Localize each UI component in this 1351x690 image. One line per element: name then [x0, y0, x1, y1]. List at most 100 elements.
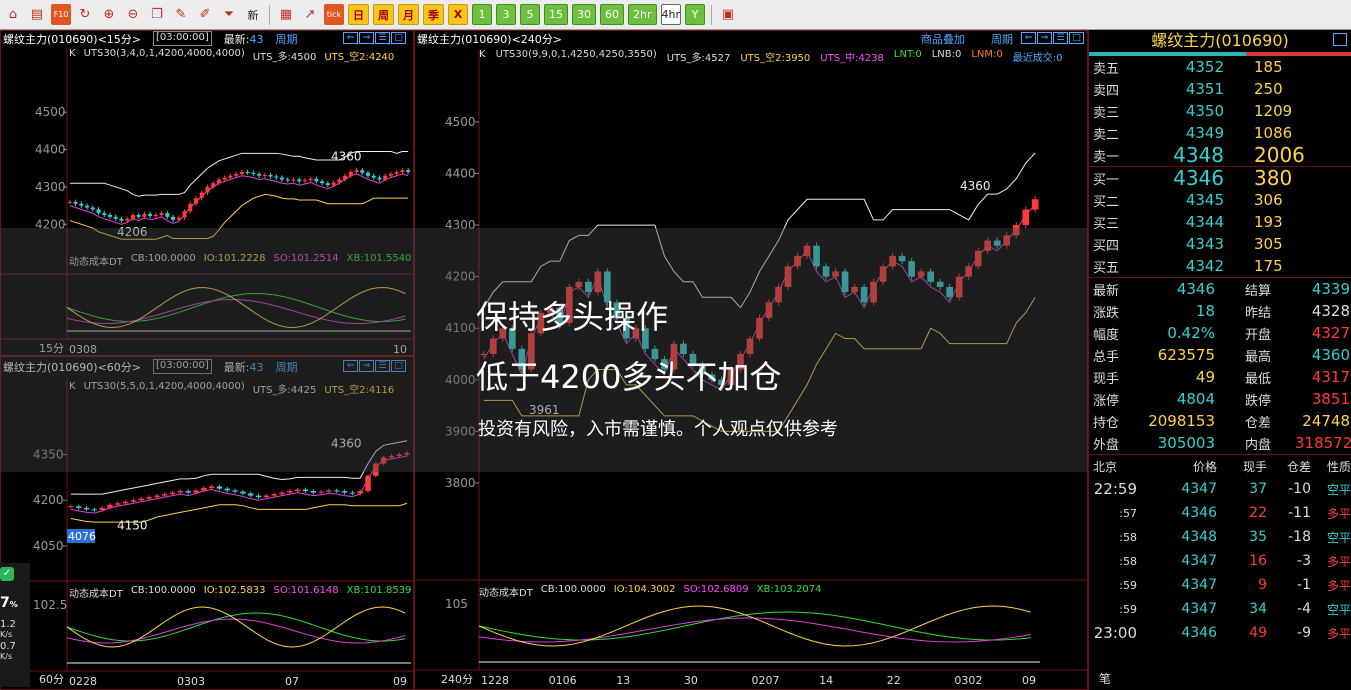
candle-body	[285, 179, 290, 181]
calc-icon[interactable]: ▣	[718, 4, 738, 25]
candle-body	[115, 503, 121, 505]
pen-icon[interactable]: ✎	[171, 4, 191, 25]
period-1[interactable]: 1	[472, 4, 492, 25]
bid-book: 买一 4346 380 买二 4345 306 买三 4344 193 买四 4343 305 买五 43…	[1089, 166, 1351, 277]
filter-icon[interactable]: ⏷	[219, 4, 239, 25]
chart-panel-60m[interactable]: 螺纹主力(010690)<60分> [03:00:00] 最新:43 周期 ⇐ ⇒…	[0, 356, 415, 690]
candle-body	[851, 286, 858, 293]
upload-rate: 1.2 K/s	[0, 619, 16, 639]
stat-row: 涨跌 18 昨结 4328	[1093, 302, 1350, 321]
f10-icon[interactable]: F10	[51, 4, 71, 25]
candle-body	[860, 286, 868, 303]
candle-body	[889, 256, 896, 267]
tick-button[interactable]: tick	[324, 4, 344, 25]
period-2hr[interactable]: 2hr	[628, 4, 657, 25]
candle-body	[1022, 209, 1030, 226]
candle-body	[130, 214, 135, 219]
candle-body	[216, 179, 221, 184]
chart-panel-15m[interactable]: 螺纹主力(010690)<15分> [03:00:00] 最新:43 周期 ⇐ ⇒…	[0, 30, 415, 357]
period-30[interactable]: 30	[572, 4, 596, 25]
book-row: 买二 4345 306	[1093, 191, 1283, 210]
low-label: 4206	[117, 225, 148, 239]
zoom-out-icon[interactable]: ⊖	[123, 4, 143, 25]
candle-body	[240, 491, 246, 494]
book-row: 卖一 4348 2006	[1093, 143, 1305, 167]
network-widget[interactable]: ✓ 7% 1.2 K/s 0.7 K/s	[0, 563, 30, 687]
refresh-icon[interactable]: ↻	[75, 4, 95, 25]
new-button[interactable]: 新	[243, 4, 263, 25]
home-icon[interactable]: ⌂	[3, 4, 23, 25]
maximize-icon[interactable]	[1333, 33, 1347, 46]
period-y[interactable]: Y	[685, 4, 705, 25]
candle-body	[136, 214, 141, 217]
y-tick-label: 4200	[33, 493, 64, 507]
grid-icon[interactable]: ▦	[276, 4, 296, 25]
book-row: 买一 4346 380	[1093, 166, 1293, 190]
candle-body	[404, 452, 410, 455]
candle-body	[813, 245, 820, 267]
candle-body	[383, 175, 388, 180]
candlestick-chart-60m[interactable]: 4350 4200 4050 4360 4150 102.5 0228 0303 07 09 407…	[1, 357, 415, 690]
x-tick-label: 09	[1022, 674, 1036, 687]
db-icon[interactable]: ▤	[27, 4, 47, 25]
candle-body	[182, 211, 187, 218]
x-tick-label: 10	[393, 343, 407, 356]
high-label: 4360	[960, 179, 991, 193]
x-tick-label: 13	[616, 674, 630, 687]
candle-body	[360, 170, 365, 173]
candle-body	[274, 176, 279, 178]
chart-icon[interactable]: ↗	[300, 4, 320, 25]
candle-body	[325, 183, 330, 186]
candle-body	[205, 186, 210, 193]
period-month[interactable]: 月	[398, 4, 419, 25]
candle-body	[337, 179, 342, 183]
candlestick-chart-15m[interactable]: 4500 4400 4300 4200 4360 4206 0308 10	[1, 31, 415, 357]
x-tick-label: 14	[819, 674, 833, 687]
candle-body	[318, 491, 324, 493]
x-tick-label: 0106	[549, 674, 577, 687]
candle-body	[371, 175, 376, 178]
draw-icon[interactable]: ✐	[195, 4, 215, 25]
sub-line-so	[66, 299, 406, 324]
y-tick-label: 4350	[33, 447, 64, 461]
x-tick-label: 0308	[69, 343, 97, 356]
cursor-value-label: 4076	[68, 530, 96, 543]
period-3[interactable]: 3	[496, 4, 516, 25]
zoom-in-icon[interactable]: ⊕	[99, 4, 119, 25]
period-4hr[interactable]: 4hr	[660, 4, 681, 25]
sub-line-so	[478, 617, 1031, 643]
middle-line	[69, 173, 409, 225]
candle-body	[185, 491, 191, 493]
period-season[interactable]: 季	[423, 4, 444, 25]
candle-body	[99, 507, 105, 510]
cpu-pct: 7%	[0, 595, 18, 611]
period-5[interactable]: 5	[520, 4, 540, 25]
sub-line-xb	[66, 612, 406, 642]
candle-body	[1003, 235, 1011, 246]
candle-body	[165, 213, 170, 217]
candle-body	[1012, 225, 1020, 236]
candle-body	[308, 178, 313, 181]
sub-indicator-line: 动态成本DT CB:100.0000 IO:101.2228 SO:101.2514 X…	[69, 253, 412, 268]
overlay-line-2: 低于4200多头不加仓	[476, 358, 782, 396]
book-row: 买四 4343 305	[1093, 235, 1283, 254]
period-x[interactable]: X	[448, 4, 468, 25]
candle-body	[302, 180, 307, 182]
period-day[interactable]: 日	[348, 4, 369, 25]
candle-body	[365, 172, 371, 176]
period-15[interactable]: 15	[544, 4, 568, 25]
book-row: 卖二 4349 1086	[1093, 124, 1293, 143]
candle-body	[993, 240, 1001, 246]
x-tick-label: 22	[887, 674, 901, 687]
trades-list: 22:59 4347 37 -10 空平:57 4346 22 -11 多平:58 4348 35-…	[1089, 477, 1351, 645]
period-label: 15分	[39, 342, 64, 355]
period-60[interactable]: 60	[600, 4, 624, 25]
sub-line-xb	[66, 292, 406, 323]
candle-body	[302, 489, 309, 492]
period-week[interactable]: 周	[373, 4, 394, 25]
candle-body	[222, 177, 227, 180]
x-tick-label: 07	[285, 675, 299, 688]
candle-body	[832, 271, 839, 277]
window-icon[interactable]: ❐	[147, 4, 167, 25]
x-tick-label: 0228	[69, 675, 97, 688]
